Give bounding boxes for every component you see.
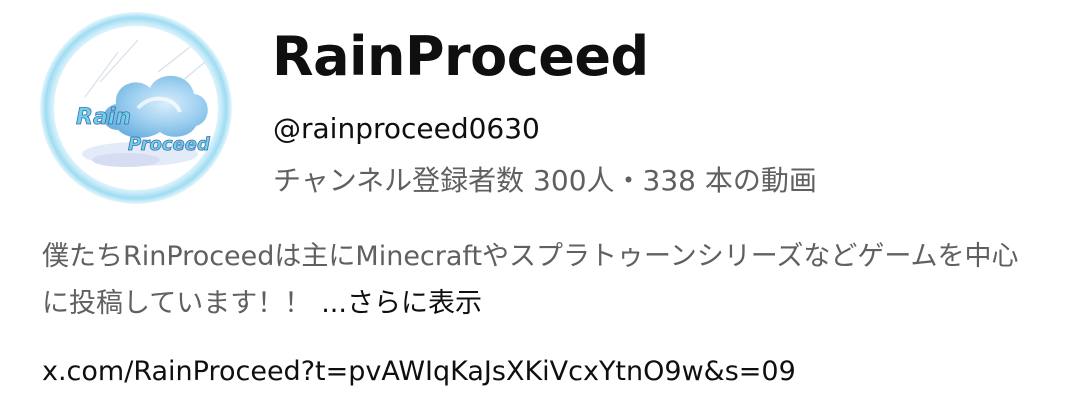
description-text: 僕たちRinProceedは主にMinecraftやスプラトゥーンシリーズなどゲ…: [42, 241, 1019, 319]
show-more-link[interactable]: ...さらに表示: [321, 288, 482, 319]
channel-handle: @rainproceed0630: [273, 112, 540, 145]
channel-external-link[interactable]: x.com/RainProceed?t=pvAWIqKaJsXKiVcxYtnO…: [42, 354, 796, 390]
avatar-logo-image: Rain Proceed: [40, 12, 232, 204]
channel-stats: チャンネル登録者数 300人・338 本の動画: [273, 164, 817, 197]
channel-avatar[interactable]: Rain Proceed: [40, 12, 232, 204]
channel-description[interactable]: 僕たちRinProceedは主にMinecraftやスプラトゥーンシリーズなどゲ…: [42, 233, 1042, 327]
avatar-text-proceed: Proceed: [128, 134, 211, 155]
channel-header: Rain Proceed RainProceed @rainproceed063…: [0, 0, 1080, 405]
avatar-text-rain: Rain: [76, 105, 131, 130]
channel-name: RainProceed: [272, 25, 649, 88]
